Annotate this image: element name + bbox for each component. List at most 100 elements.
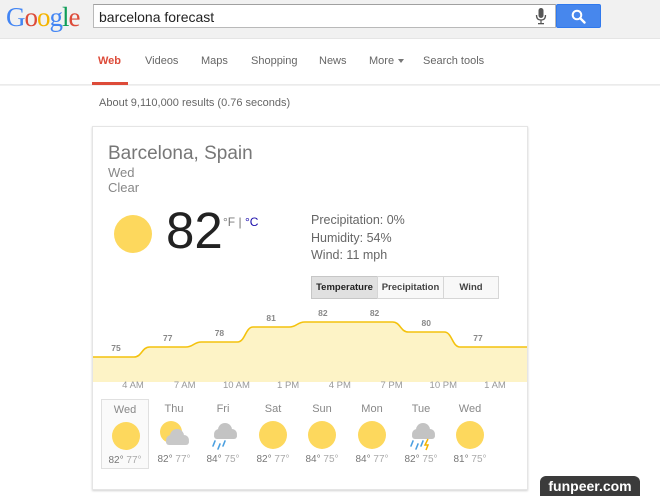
active-tab-indicator	[92, 82, 128, 85]
forecast-temps: 84° 77°	[348, 454, 396, 465]
sun-icon	[358, 421, 386, 449]
temperature-chart[interactable]: 75 77 78 81 82 82 80 77	[93, 302, 527, 382]
forecast-day-name: Thu	[164, 403, 184, 415]
forecast-day[interactable]: Wed 81° 75°	[446, 399, 494, 469]
forecast-day-name: Mon	[361, 403, 383, 415]
logo-letter: G	[6, 2, 25, 32]
chart-time-label: 10 PM	[429, 380, 458, 391]
forecast-day[interactable]: Tue 82° 75°	[397, 399, 445, 469]
chart-time-label: 4 PM	[328, 380, 351, 391]
nav-tabs: Web Videos Maps Shopping News More Searc…	[0, 38, 660, 85]
forecast-low: 77°	[126, 455, 142, 466]
tab-maps[interactable]: Maps	[201, 55, 228, 67]
google-logo[interactable]: Google	[6, 2, 80, 33]
logo-letter: e	[68, 2, 81, 32]
forecast-day-name: Tue	[411, 403, 431, 415]
forecast-temps: 82° 75°	[397, 454, 445, 465]
weather-card: Barcelona, Spain Wed Clear 82 °F | °C Pr…	[92, 126, 528, 490]
forecast-day[interactable]: Wed 82° 77°	[101, 399, 149, 469]
forecast-day[interactable]: Sat 82° 77°	[249, 399, 297, 469]
forecast-low: 75°	[323, 454, 339, 465]
chart-area-fill	[93, 322, 527, 382]
search-button[interactable]	[556, 4, 601, 28]
forecast-day-name: Fri	[216, 403, 230, 415]
tab-web[interactable]: Web	[98, 55, 121, 67]
forecast-high: 82°	[157, 454, 173, 465]
chart-time-label: 10 AM	[222, 380, 250, 391]
forecast-day-name: Sun	[312, 403, 332, 415]
results-area: About 9,110,000 results (0.76 seconds) B…	[0, 86, 660, 496]
forecast-day[interactable]: Fri 84° 75°	[199, 399, 247, 469]
sun-icon	[259, 421, 287, 449]
chart-type-toggle: Temperature Precipitation Wind	[311, 276, 499, 299]
weather-condition: Clear	[108, 180, 140, 195]
temperature-toggle-button[interactable]: Temperature	[311, 276, 378, 299]
chart-time-axis: 4 AM 7 AM 10 AM 1 PM 4 PM 7 PM 10 PM 1 AM	[93, 380, 527, 394]
partly-cloudy-icon	[160, 421, 189, 445]
forecast-high: 84°	[206, 454, 222, 465]
chart-time-label: 1 AM	[484, 380, 506, 391]
chart-time-label: 1 PM	[277, 380, 300, 391]
tab-news[interactable]: News	[319, 55, 347, 67]
weather-location[interactable]: Barcelona, Spain	[108, 143, 253, 165]
tab-videos[interactable]: Videos	[145, 55, 178, 67]
logo-letter: o	[37, 2, 50, 32]
tab-search-tools[interactable]: Search tools	[423, 55, 484, 67]
sun-icon	[456, 421, 484, 449]
chart-data-label: 77	[473, 333, 483, 343]
forecast-high: 84°	[355, 454, 371, 465]
wind-toggle-button[interactable]: Wind	[443, 276, 499, 299]
chart-data-label: 77	[163, 333, 173, 343]
forecast-low: 75°	[224, 454, 240, 465]
forecast-high: 81°	[453, 454, 469, 465]
daily-forecast: Wed 82° 77° Thu 82° 77° Fri 84° 75° Sat 82° …	[101, 399, 511, 469]
chart-time-label: 7 AM	[173, 380, 196, 391]
current-temperature: 82	[166, 202, 223, 259]
forecast-day[interactable]: Mon 84° 77°	[348, 399, 396, 469]
tab-more-label: More	[369, 55, 395, 67]
chart-data-label: 81	[266, 313, 276, 323]
forecast-temps: 82° 77°	[150, 454, 198, 465]
sun-icon	[114, 215, 152, 253]
forecast-low: 75°	[471, 454, 487, 465]
forecast-high: 82°	[404, 454, 420, 465]
forecast-temps: 84° 75°	[199, 454, 247, 465]
unit-celsius-link[interactable]: °C	[245, 215, 258, 229]
forecast-temps: 82° 77°	[102, 455, 148, 466]
forecast-day[interactable]: Thu 82° 77°	[150, 399, 198, 469]
result-stats: About 9,110,000 results (0.76 seconds)	[99, 97, 291, 109]
tab-shopping[interactable]: Shopping	[251, 55, 298, 67]
weather-details: Precipitation: 0% Humidity: 54% Wind: 11…	[311, 212, 405, 265]
chart-data-label: 82	[370, 308, 380, 318]
forecast-low: 77°	[175, 454, 191, 465]
chart-time-label: 4 AM	[122, 380, 144, 391]
forecast-day-name: Sat	[264, 403, 282, 415]
top-bar: Google	[0, 0, 660, 38]
unit-fahrenheit: °F	[223, 215, 236, 229]
forecast-day-name: Wed	[113, 404, 137, 416]
sun-icon	[308, 421, 336, 449]
forecast-temps: 81° 75°	[446, 454, 494, 465]
chart-data-label: 78	[215, 328, 225, 338]
mic-icon[interactable]	[535, 8, 547, 25]
logo-letter: o	[24, 2, 38, 32]
search-box[interactable]	[93, 4, 556, 28]
wind-text: Wind: 11 mph	[311, 248, 388, 262]
weather-day: Wed	[108, 165, 135, 180]
precipitation-text: Precipitation: 0%	[311, 213, 405, 227]
forecast-high: 84°	[305, 454, 321, 465]
unit-toggle: °F | °C	[223, 215, 258, 229]
rain-icon	[212, 423, 237, 450]
watermark: funpeer.com	[540, 476, 640, 496]
forecast-day[interactable]: Sun 84° 75°	[298, 399, 346, 469]
tab-more[interactable]: More	[369, 55, 405, 67]
chart-time-label: 7 PM	[380, 380, 403, 391]
forecast-low: 77°	[274, 454, 290, 465]
unit-separator: |	[238, 215, 242, 229]
forecast-high: 82°	[256, 454, 272, 465]
chart-data-label: 75	[111, 343, 121, 353]
magnifier-icon	[571, 9, 586, 24]
precipitation-toggle-button[interactable]: Precipitation	[377, 276, 444, 299]
storm-icon	[410, 423, 435, 451]
search-input[interactable]	[99, 8, 519, 25]
